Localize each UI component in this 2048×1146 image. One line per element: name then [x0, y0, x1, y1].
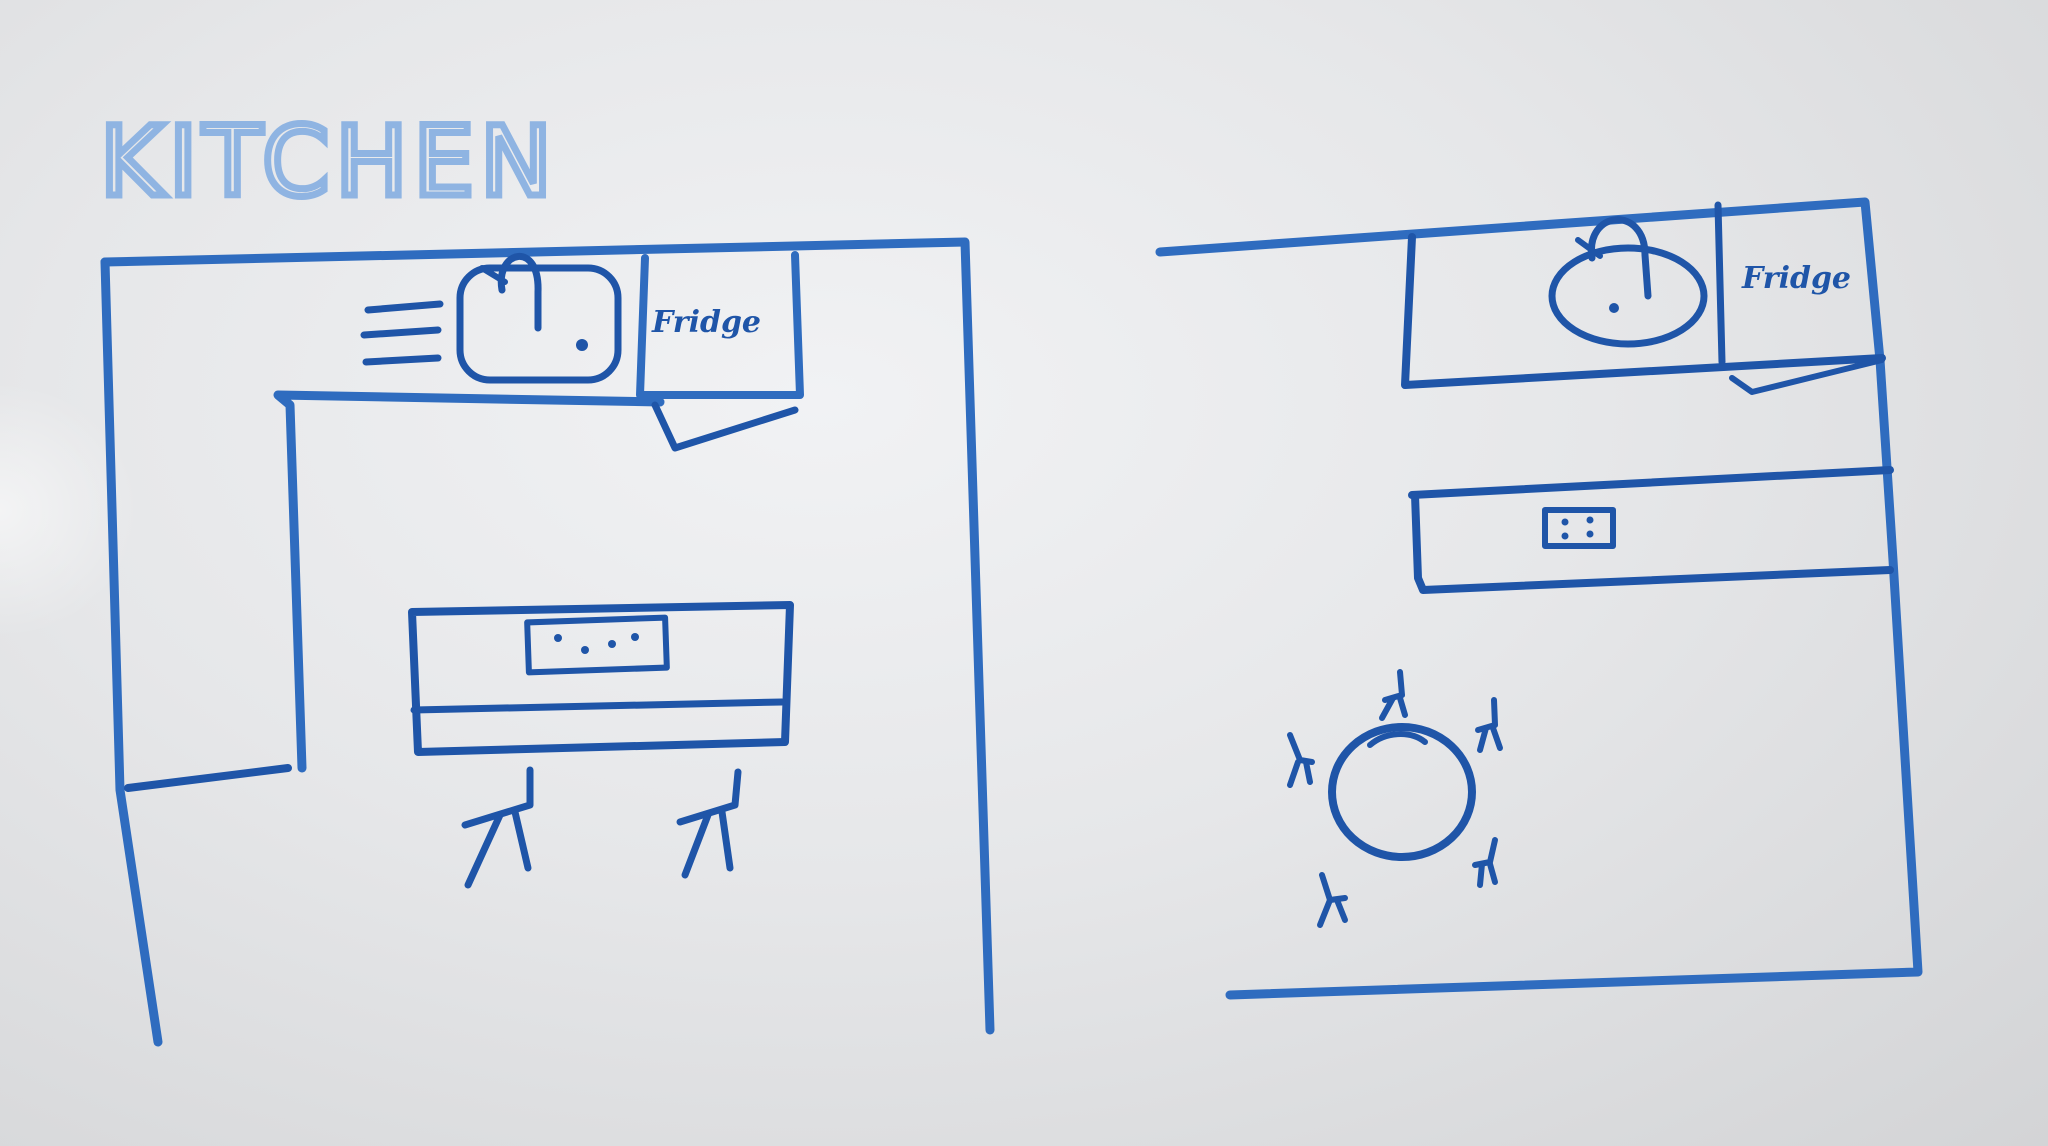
cooktop-icon [524, 614, 670, 676]
drain-icon [576, 339, 588, 351]
drain-icon [1609, 303, 1619, 313]
chair-icon [1317, 872, 1348, 928]
room-wall-top-right [100, 237, 995, 1035]
fridge-label: Fridge [1741, 261, 1851, 296]
chair-icon [1472, 837, 1498, 888]
fridge-label: Fridge [651, 305, 761, 340]
cooktop-icon [1542, 507, 1616, 549]
sink-icon [1548, 216, 1708, 348]
chair-icon [1475, 697, 1503, 753]
layout-left: Fridge [100, 237, 995, 1047]
room-walls [1155, 197, 1923, 1000]
kitchen-island [1408, 466, 1894, 594]
chair-icon [1379, 669, 1408, 721]
board-title: KITCHEN [100, 106, 558, 218]
whiteboard-drawing: KITCHEN Fridge Fridge [97, 103, 1923, 1047]
whiteboard: KITCHEN Fridge Fridge [0, 0, 2048, 1146]
stool-icon [461, 766, 534, 889]
round-table [1328, 723, 1476, 861]
room-wall-left [100, 257, 163, 1047]
sink-icon [456, 253, 622, 384]
stool-icon [676, 768, 742, 879]
chair-icon [1287, 732, 1315, 788]
fridge-left: Fridge [636, 251, 804, 452]
room-wall-stub [124, 764, 292, 792]
stove-icon [360, 300, 444, 366]
kitchen-island [408, 601, 794, 756]
layout-right: Fridge [1155, 197, 1923, 1000]
